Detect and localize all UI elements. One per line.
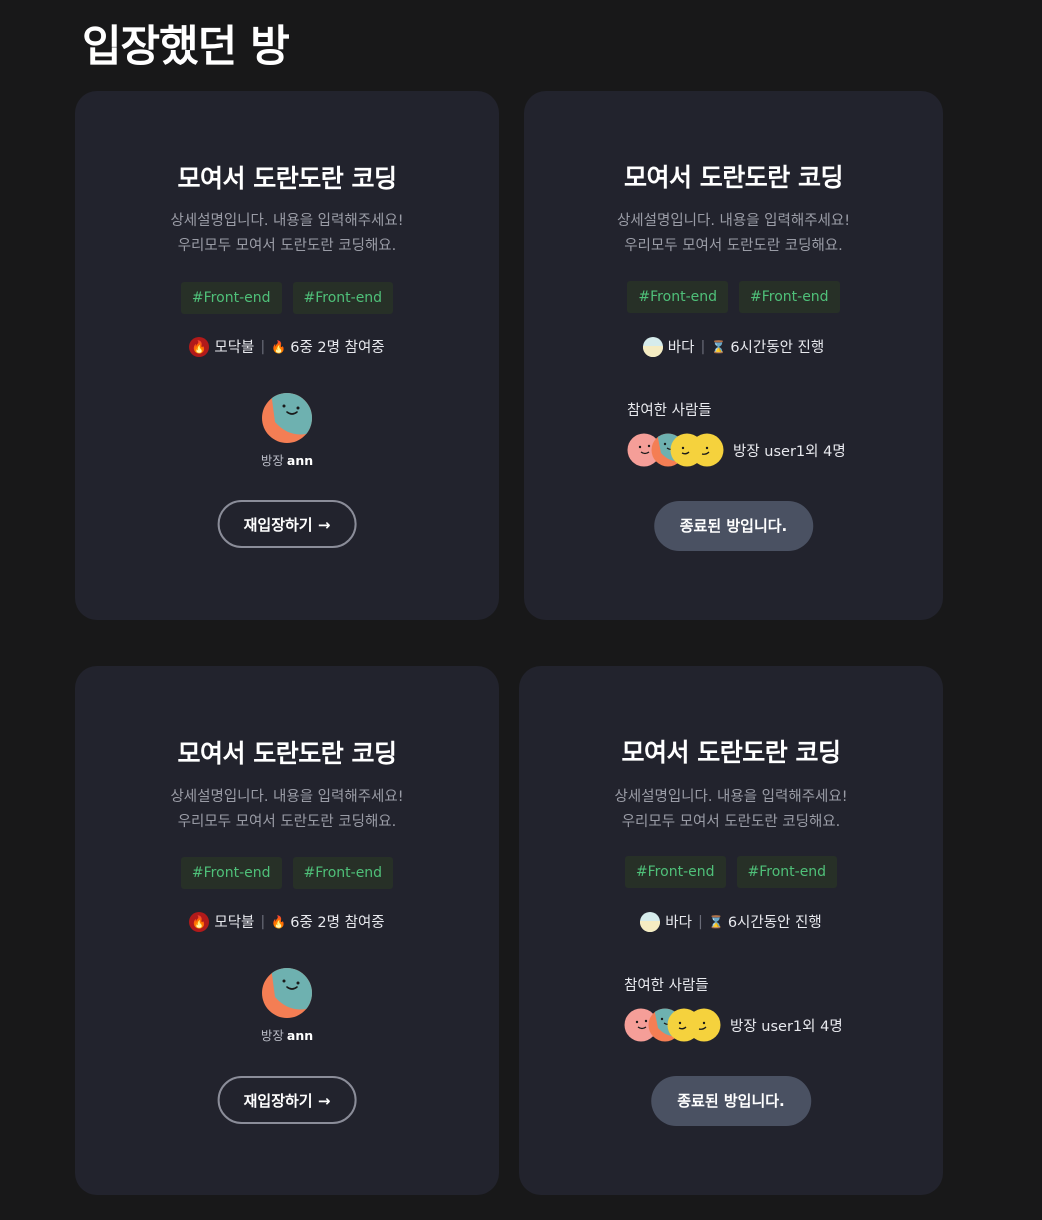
- room-description-line: 우리모두 모여서 도란도란 코딩해요.: [621, 814, 841, 830]
- reenter-button[interactable]: 재입장하기 →: [217, 1076, 357, 1124]
- sea-icon: [640, 911, 661, 932]
- divider: |: [260, 338, 266, 355]
- fire-icon: 🔥: [271, 914, 287, 929]
- room-category: 바다: [665, 915, 692, 931]
- participants-label: 참여한 사람들: [627, 403, 712, 419]
- participant-avatars: [627, 433, 724, 467]
- reenter-button[interactable]: 재입장하기 →: [217, 500, 357, 548]
- room-card[interactable]: 모여서 도란도란 코딩 상세설명입니다. 내용을 입력해주세요! 우리모두 모여…: [519, 666, 943, 1195]
- room-description-line: 상세설명입니다. 내용을 입력해주세요!: [170, 789, 404, 805]
- room-description-line: 우리모두 모여서 도란도란 코딩해요.: [177, 814, 397, 830]
- tag[interactable]: #Front-end: [180, 857, 282, 889]
- tag[interactable]: #Front-end: [180, 282, 282, 314]
- room-description-line: 상세설명입니다. 내용을 입력해주세요!: [170, 213, 404, 229]
- room-status: 6중 2명 참여중: [290, 915, 385, 931]
- participants-summary: 방장 user1외 4명: [730, 1018, 843, 1035]
- divider: |: [260, 913, 266, 930]
- tag[interactable]: #Front-end: [292, 857, 394, 889]
- room-description-line: 상세설명입니다. 내용을 입력해주세요!: [614, 789, 848, 805]
- host-label: 방장 ann: [260, 453, 314, 468]
- room-card[interactable]: 모여서 도란도란 코딩 상세설명입니다. 내용을 입력해주세요! 우리모두 모여…: [75, 91, 499, 620]
- room-status: 6시간동안 진행: [727, 915, 822, 931]
- room-description-line: 우리모두 모여서 도란도란 코딩해요.: [177, 238, 397, 254]
- campfire-icon: 🔥: [189, 911, 210, 932]
- hourglass-icon: ⌛: [711, 339, 727, 354]
- participants-summary: 방장 user1외 4명: [733, 443, 846, 460]
- room-category: 모닥불: [214, 340, 255, 356]
- host-avatar: [262, 393, 312, 443]
- room-title: 모여서 도란도란 코딩: [177, 739, 397, 768]
- hourglass-icon: ⌛: [708, 914, 724, 929]
- participants-label: 참여한 사람들: [624, 978, 709, 994]
- room-description-line: 상세설명입니다. 내용을 입력해주세요!: [616, 213, 851, 229]
- tag[interactable]: #Front-end: [292, 282, 394, 314]
- tag[interactable]: #Front-end: [624, 856, 726, 888]
- room-status: 6시간동안 진행: [730, 340, 825, 356]
- participants-row: 방장 user1외 4명: [627, 433, 846, 467]
- fire-icon: 🔥: [271, 339, 287, 354]
- divider: |: [700, 338, 706, 355]
- room-ended-button[interactable]: 종료된 방입니다.: [651, 1076, 811, 1126]
- campfire-icon: 🔥: [189, 336, 210, 357]
- sea-icon: [642, 336, 663, 357]
- participants-row: 방장 user1외 4명: [624, 1008, 843, 1042]
- host-avatar: [262, 968, 312, 1018]
- tag[interactable]: #Front-end: [627, 281, 728, 313]
- participant-avatars: [624, 1008, 721, 1042]
- room-title: 모여서 도란도란 코딩: [621, 738, 841, 767]
- room-title: 모여서 도란도란 코딩: [177, 164, 397, 193]
- room-card[interactable]: 모여서 도란도란 코딩 상세설명입니다. 내용을 입력해주세요! 우리모두 모여…: [524, 91, 943, 620]
- host-label: 방장 ann: [260, 1028, 314, 1043]
- room-description-line: 우리모두 모여서 도란도란 코딩해요.: [624, 238, 843, 254]
- page-title: 입장했던 방: [82, 22, 290, 72]
- room-title: 모여서 도란도란 코딩: [624, 163, 843, 192]
- room-category: 모닥불: [214, 915, 255, 931]
- room-status: 6중 2명 참여중: [290, 340, 385, 356]
- divider: |: [697, 913, 703, 930]
- room-category: 바다: [667, 340, 695, 356]
- tag[interactable]: #Front-end: [736, 856, 838, 888]
- tag[interactable]: #Front-end: [739, 281, 840, 313]
- room-ended-button[interactable]: 종료된 방입니다.: [653, 501, 814, 551]
- room-card[interactable]: 모여서 도란도란 코딩 상세설명입니다. 내용을 입력해주세요! 우리모두 모여…: [75, 666, 499, 1195]
